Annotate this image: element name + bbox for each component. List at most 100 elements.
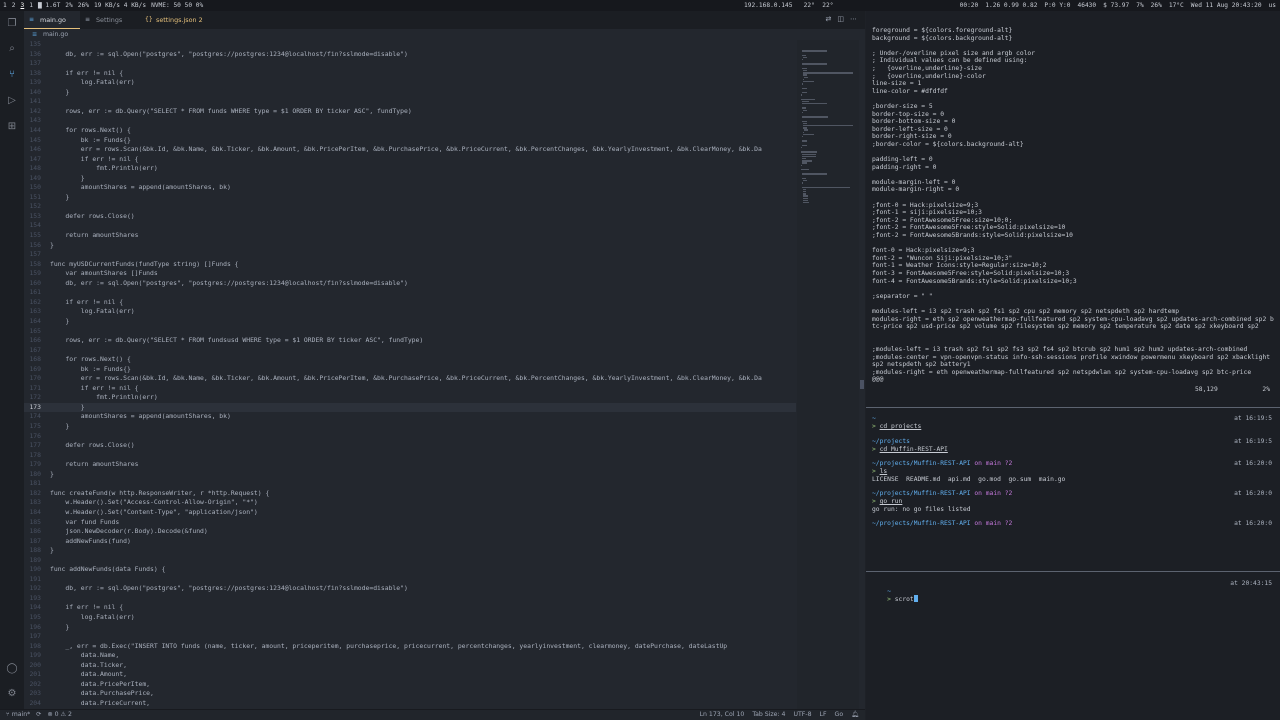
code-line[interactable]: 197 [24, 632, 796, 642]
code-line[interactable]: 177 defer rows.Close() [24, 441, 796, 451]
line-number[interactable]: 157 [24, 250, 50, 260]
line-number[interactable]: 175 [24, 422, 50, 432]
code-text[interactable]: log.Fatal(err) [50, 307, 135, 315]
code-text[interactable]: err = rows.Scan(&bk.Id, &bk.Name, &bk.Ti… [50, 374, 762, 382]
prompt-input-line[interactable]: > scrot [872, 587, 1274, 603]
line-number[interactable]: 171 [24, 384, 50, 394]
shell-terminal-active[interactable]: ~ at 20:43:15 > scrot [866, 572, 1280, 720]
breadcrumb-file[interactable]: main.go [43, 31, 68, 38]
code-text[interactable]: data.PurchasePrice, [50, 689, 154, 697]
open-changes-icon[interactable]: ⇄ [826, 15, 832, 23]
code-text[interactable]: amountShares = append(amountShares, bk) [50, 412, 231, 420]
code-text[interactable]: var fund Funds [50, 518, 119, 526]
code-text[interactable]: bk := Funds{} [50, 136, 131, 144]
line-number[interactable]: 177 [24, 441, 50, 451]
code-line[interactable]: 171 if err != nil { [24, 384, 796, 394]
vim-line[interactable]: font-4 = FontAwesome5Brands:style=Solid:… [872, 278, 1274, 286]
code-text[interactable]: } [50, 241, 54, 249]
line-number[interactable]: 164 [24, 317, 50, 327]
line-number[interactable]: 191 [24, 575, 50, 585]
code-text[interactable]: rows, err := db.Query("SELECT * FROM fun… [50, 336, 423, 344]
code-line[interactable]: 200 data.Ticker, [24, 661, 796, 671]
line-number[interactable]: 158 [24, 260, 50, 270]
code-line[interactable]: 138 if err != nil { [24, 69, 796, 79]
vim-line[interactable] [872, 149, 1274, 157]
code-line[interactable]: 189 [24, 556, 796, 566]
line-number[interactable]: 140 [24, 88, 50, 98]
code-line[interactable]: 199 data.Name, [24, 651, 796, 661]
line-number[interactable]: 169 [24, 365, 50, 375]
line-number[interactable]: 145 [24, 136, 50, 146]
problems-indicator[interactable]: ⊗ 0 ⚠ 2 [47, 710, 72, 720]
line-number[interactable]: 199 [24, 651, 50, 661]
code-line[interactable]: 180} [24, 470, 796, 480]
code-line[interactable]: 161 [24, 288, 796, 298]
code-text[interactable]: } [50, 88, 69, 96]
line-number[interactable]: 135 [24, 40, 50, 50]
code-text[interactable]: db, err := sql.Open("postgres", "postgre… [50, 584, 407, 592]
vim-line[interactable]: modules-right = eth sp2 openweathermap-f… [872, 316, 1274, 331]
explorer-icon[interactable]: ❐ [6, 18, 18, 30]
code-text[interactable]: fmt.Println(err) [50, 393, 158, 401]
code-text[interactable]: } [50, 174, 85, 182]
vim-line[interactable]: ;font-2 = FontAwesome5Free:size=10;0; [872, 217, 1274, 225]
search-icon[interactable]: ⌕ [6, 43, 18, 55]
line-number[interactable]: 148 [24, 164, 50, 174]
line-number[interactable]: 180 [24, 470, 50, 480]
vim-line[interactable]: line-color = #dfdfdf [872, 88, 1274, 96]
more-actions-icon[interactable]: ⋯ [850, 15, 857, 23]
code-line[interactable]: 198 _, err = db.Exec("INSERT INTO funds … [24, 642, 796, 652]
line-number[interactable]: 136 [24, 50, 50, 60]
line-number[interactable]: 194 [24, 603, 50, 613]
sync-icon[interactable]: ⟳ [36, 710, 41, 720]
code-line[interactable]: 185 var fund Funds [24, 518, 796, 528]
line-number[interactable]: 202 [24, 680, 50, 690]
line-number[interactable]: 141 [24, 97, 50, 107]
code-line[interactable]: 173 } [24, 402, 796, 413]
line-number[interactable]: 203 [24, 689, 50, 699]
line-number[interactable]: 154 [24, 221, 50, 231]
code-line[interactable]: 154 [24, 221, 796, 231]
code-text[interactable]: data.Name, [50, 651, 120, 659]
vim-line[interactable]: module-margin-right = 0 [872, 186, 1274, 194]
line-number[interactable]: 204 [24, 699, 50, 709]
code-line[interactable]: 144 for rows.Next() { [24, 126, 796, 136]
code-line[interactable]: 182 func createFund(w http.ResponseWriter… [24, 489, 796, 499]
code-text[interactable]: rows, err := db.Query("SELECT * FROM fun… [50, 107, 411, 115]
code-line[interactable]: 187 addNewFunds(fund) [24, 537, 796, 547]
line-number[interactable]: 198 [24, 642, 50, 652]
line-number[interactable]: 176 [24, 432, 50, 442]
code-line[interactable]: 152 [24, 202, 796, 212]
code-text[interactable]: func createFund(w http.ResponseWriter, r… [50, 489, 269, 497]
code-text[interactable]: if err != nil { [50, 155, 139, 163]
source-control-icon[interactable]: ⑂ [6, 69, 18, 81]
code-text[interactable]: return amountShares [50, 460, 138, 468]
vim-line[interactable]: ;border-size = 5 [872, 103, 1274, 111]
account-icon[interactable]: ◯ [6, 663, 18, 675]
code-text[interactable]: db, err := sql.Open("postgres", "postgre… [50, 279, 407, 287]
vim-line[interactable]: line-size = 1 [872, 80, 1274, 88]
code-line[interactable]: 166 rows, err := db.Query("SELECT * FROM… [24, 336, 796, 346]
code-line[interactable]: 179 return amountShares [24, 460, 796, 470]
vim-line[interactable]: ;font-1 = siji:pixelsize=10;3 [872, 209, 1274, 217]
line-number[interactable]: 195 [24, 613, 50, 623]
code-line[interactable]: 176 [24, 432, 796, 442]
vim-line[interactable]: padding-right = 0 [872, 164, 1274, 172]
line-number[interactable]: 166 [24, 336, 50, 346]
code-line[interactable]: 183 w.Header().Set("Access-Control-Allow… [24, 498, 796, 508]
vim-line[interactable]: padding-left = 0 [872, 156, 1274, 164]
line-number[interactable]: 150 [24, 183, 50, 193]
code-line[interactable]: 181 [24, 479, 796, 489]
tab-size[interactable]: Tab Size: 4 [752, 710, 785, 720]
tab-settings-json[interactable]: {} settings.json 2 [140, 11, 212, 29]
code-line[interactable]: 162 if err != nil { [24, 298, 796, 308]
code-line[interactable]: 203 data.PurchasePrice, [24, 689, 796, 699]
line-number[interactable]: 178 [24, 451, 50, 461]
keyboard-layout[interactable]: us [1269, 0, 1276, 11]
code-text[interactable]: } [50, 403, 85, 411]
split-editor-icon[interactable]: ◫ [837, 15, 844, 23]
line-number[interactable]: 201 [24, 670, 50, 680]
code-line[interactable]: 190 func addNewFunds(data Funds) { [24, 565, 796, 575]
code-line[interactable]: 174 amountShares = append(amountShares, … [24, 412, 796, 422]
code-line[interactable]: 204 data.PriceCurrent, [24, 699, 796, 709]
